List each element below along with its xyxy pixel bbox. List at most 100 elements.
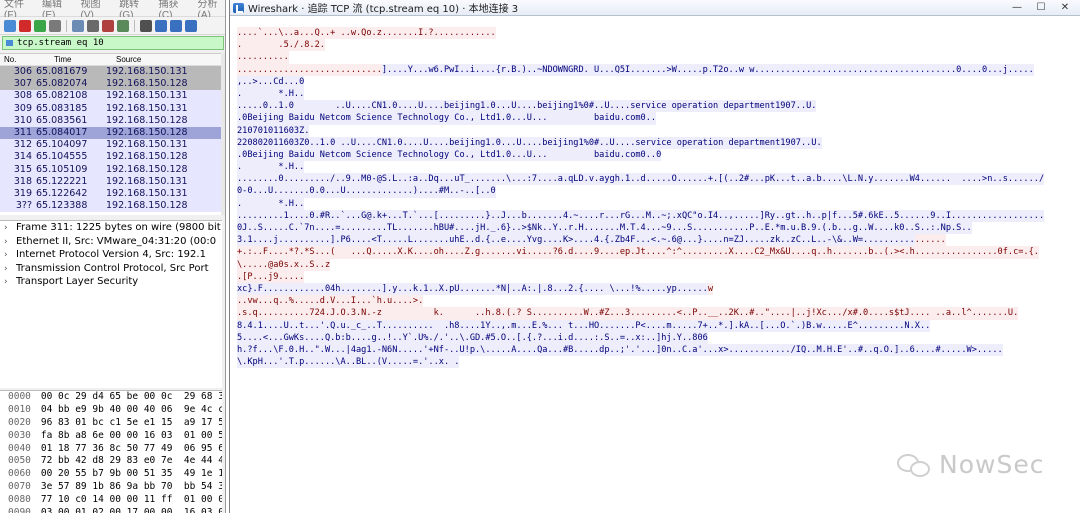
packet-time: 65.082074 [36, 78, 88, 90]
hex-offset: 0090 [8, 507, 31, 513]
stream-line: .0Beijing Baidu Netcom Science Technolog… [237, 148, 1079, 162]
stream-line: 5....<...GwKs....Q.b:b....g..!..Y`.U%./.… [237, 331, 1079, 344]
detail-tree-item[interactable]: › Internet Protocol Version 4, Src: 192.1 [0, 248, 222, 262]
stream-line: .0Beijing Baidu Netcom Science Technolog… [237, 112, 1079, 125]
back-icon[interactable] [155, 19, 167, 32]
hex-bytes: 00 20 55 b7 9b 00 51 35 49 1e 19 [40, 468, 222, 480]
packet-time: 65.105109 [36, 163, 88, 175]
stop-icon[interactable] [19, 19, 31, 32]
expand-arrow-icon[interactable]: › [4, 222, 16, 236]
save-icon[interactable] [87, 19, 99, 32]
expand-arrow-icon[interactable]: › [4, 236, 16, 250]
packet-list[interactable]: No. Time Source 306 65.081679 192.168.150.… [0, 53, 222, 215]
bookmark-icon[interactable] [6, 40, 13, 46]
server-data-segment: . *.H.. [237, 197, 305, 210]
hex-offset: 0070 [8, 481, 31, 493]
stream-line: ..vw...q..%.....d.V...I...`h.u....>. [237, 295, 1079, 308]
hex-row[interactable]: 0020 96 83 01 bc c1 5e e1 15 a9 17 58 [0, 417, 222, 430]
stream-line: ,..>...Cd...0 [237, 75, 1079, 88]
column-header-time[interactable]: Time [34, 54, 104, 65]
maximize-button[interactable]: ☐ [1029, 1, 1053, 15]
hex-offset: 0010 [8, 403, 31, 415]
shark-fin-icon[interactable] [4, 19, 16, 32]
packet-row[interactable]: 315 65.105109 192.168.150.128 [0, 163, 222, 176]
server-data-segment: 0J..S.....C.`7n....=.........TL.......hB… [237, 222, 972, 235]
watermark: NowSec [897, 450, 1044, 479]
hex-row[interactable]: 0050 72 bb 42 d8 29 83 e0 7e 4e 44 4f [0, 455, 222, 468]
hex-row[interactable]: 0070 3e 57 89 1b 86 9a bb 70 bb 54 32 [0, 481, 222, 494]
server-data-segment: .0Beijing Baidu Netcom Science Technolog… [237, 112, 657, 125]
menubar: 文件(F) 编辑(E) 视图(V) 跳转(G) 捕获(C) 分析(A) [0, 0, 225, 21]
packet-number: 319 [13, 187, 32, 199]
stream-line: h.?f...\F.0.H..".W...|4ag1.-N6N.....'+Nf… [237, 343, 1079, 357]
packet-row[interactable]: 318 65.122221 192.168.150.131 [0, 175, 222, 188]
server-data-segment: 5....<...GwKs....Q.b:b....g..!..Y`.U%./.… [237, 331, 708, 344]
stream-line: .....0..1.0 ..U....CN1.0....U....beijing… [237, 100, 1079, 113]
detail-text: Transmission Control Protocol, Src Port [16, 262, 209, 274]
detail-tree-item[interactable]: › Transmission Control Protocol, Src Port [0, 262, 222, 276]
stream-content[interactable]: ....`...\..a...Q..+ ..w.Qo.z.......I.?..… [237, 27, 1079, 513]
packet-row[interactable]: 309 65.083185 192.168.150.131 [0, 102, 222, 115]
column-header-source[interactable]: Source [104, 54, 222, 65]
packet-row[interactable]: 312 65.104097 192.168.150.131 [0, 139, 222, 152]
search-icon[interactable] [140, 19, 152, 32]
display-filter-input[interactable]: tcp.stream eq 10 [2, 36, 224, 50]
go-to-icon[interactable] [185, 19, 197, 32]
minimize-button[interactable]: — [1005, 1, 1029, 15]
client-data-segment: .[P...j9..... [237, 270, 305, 283]
hex-row[interactable]: 0000 00 0c 29 d4 65 be 00 0c 29 68 31 [0, 391, 222, 404]
stream-line: \.KpH...'.T.p......\A..BL..(V.....=.'..x… [237, 356, 1079, 369]
expand-arrow-icon[interactable]: › [4, 249, 16, 263]
packet-source: 192.168.150.131 [106, 187, 188, 199]
packet-source: 192.168.150.128 [106, 163, 188, 175]
options-icon[interactable] [49, 19, 61, 32]
detail-tree-item[interactable]: › Transport Layer Security [0, 275, 222, 289]
packet-time: 65.083185 [36, 102, 88, 114]
hex-bytes: 72 bb 42 d8 29 83 e0 7e 4e 44 4f [40, 455, 222, 467]
packet-row[interactable]: 307 65.082074 192.168.150.128 [0, 78, 222, 91]
packet-row[interactable]: 311 65.084017 192.168.150.128 [0, 126, 222, 140]
hex-bytes: 04 bb e9 9b 40 00 40 06 9e 4c c0 [40, 403, 222, 415]
hex-row[interactable]: 0080 77 10 c0 14 00 00 11 ff 01 00 01 [0, 494, 222, 507]
hex-bytes: fa 8b a8 6e 00 00 16 03 01 00 5d [40, 429, 222, 441]
close-button[interactable]: ✕ [1053, 1, 1077, 15]
packet-row[interactable]: 308 65.082108 192.168.150.131 [0, 90, 222, 103]
hex-row[interactable]: 0030 fa 8b a8 6e 00 00 16 03 01 00 5d [0, 430, 222, 443]
column-header-no[interactable]: No. [0, 54, 34, 65]
client-data-segment: .s.q..........724.J.O.3.N.-z k. ..h.8.(.… [237, 307, 1019, 320]
packet-row[interactable]: 314 65.104555 192.168.150.128 [0, 151, 222, 164]
expand-arrow-icon[interactable]: › [4, 276, 16, 290]
hex-bytes: 01 18 77 36 8c 50 77 49 06 95 69 [40, 442, 222, 454]
expand-arrow-icon[interactable]: › [4, 263, 16, 277]
close-file-icon[interactable] [102, 19, 114, 32]
packet-source: 192.168.150.131 [106, 102, 188, 114]
hex-row[interactable]: 0040 01 18 77 36 8c 50 77 49 06 95 69 [0, 443, 222, 456]
hex-row[interactable]: 0090 03 00 01 02 00 17 00 00 16 03 01 [0, 507, 222, 513]
packet-number: 310 [13, 114, 32, 126]
open-icon[interactable] [72, 19, 84, 32]
detail-tree-item[interactable]: › Frame 311: 1225 bytes on wire (9800 bit [0, 221, 222, 235]
packet-row[interactable]: 319 65.122642 192.168.150.131 [0, 187, 222, 201]
window-title: Wireshark · 追踪 TCP 流 (tcp.stream eq 10) … [248, 4, 519, 15]
hex-row[interactable]: 0060 00 20 55 b7 9b 00 51 35 49 1e 19 [0, 468, 222, 481]
client-data-segment: ....`...\..a...Q..+ ..w.Qo.z.......I.?..… [237, 27, 496, 40]
packet-row[interactable]: 306 65.081679 192.168.150.131 [0, 66, 222, 79]
server-data-segment: 210701011603Z. [237, 124, 310, 137]
stream-line: . .5./.8.2. [237, 39, 1079, 52]
client-data-segment: .......... [237, 51, 289, 64]
detail-tree-item[interactable]: › Ethernet II, Src: VMware_04:31:20 (00:0 [0, 235, 222, 249]
reload-icon[interactable] [117, 19, 129, 32]
hex-row[interactable]: 0010 04 bb e9 9b 40 00 40 06 9e 4c c0 [0, 404, 222, 417]
packet-list-scrollbar[interactable] [221, 53, 225, 215]
stream-line: 0-0...U.......0.0...U.............)....#… [237, 185, 1079, 198]
window-titlebar[interactable]: Wireshark · 追踪 TCP 流 (tcp.stream eq 10) … [230, 0, 1080, 16]
packet-row[interactable]: 3?? 65.123388 192.168.150.128 [0, 200, 222, 213]
forward-icon[interactable] [170, 19, 182, 32]
restart-icon[interactable] [34, 19, 46, 32]
packet-number: 312 [13, 139, 32, 151]
server-data-segment: . *.H.. [237, 87, 305, 101]
stream-line: .s.q..........724.J.O.3.N.-z k. ..h.8.(.… [237, 307, 1079, 320]
server-data-segment: .........1....0.#R..`...G@.k+...T.`...[.… [237, 209, 1045, 222]
packet-row[interactable]: 310 65.083561 192.168.150.128 [0, 114, 222, 127]
display-filter-value: tcp.stream eq 10 [17, 38, 104, 48]
